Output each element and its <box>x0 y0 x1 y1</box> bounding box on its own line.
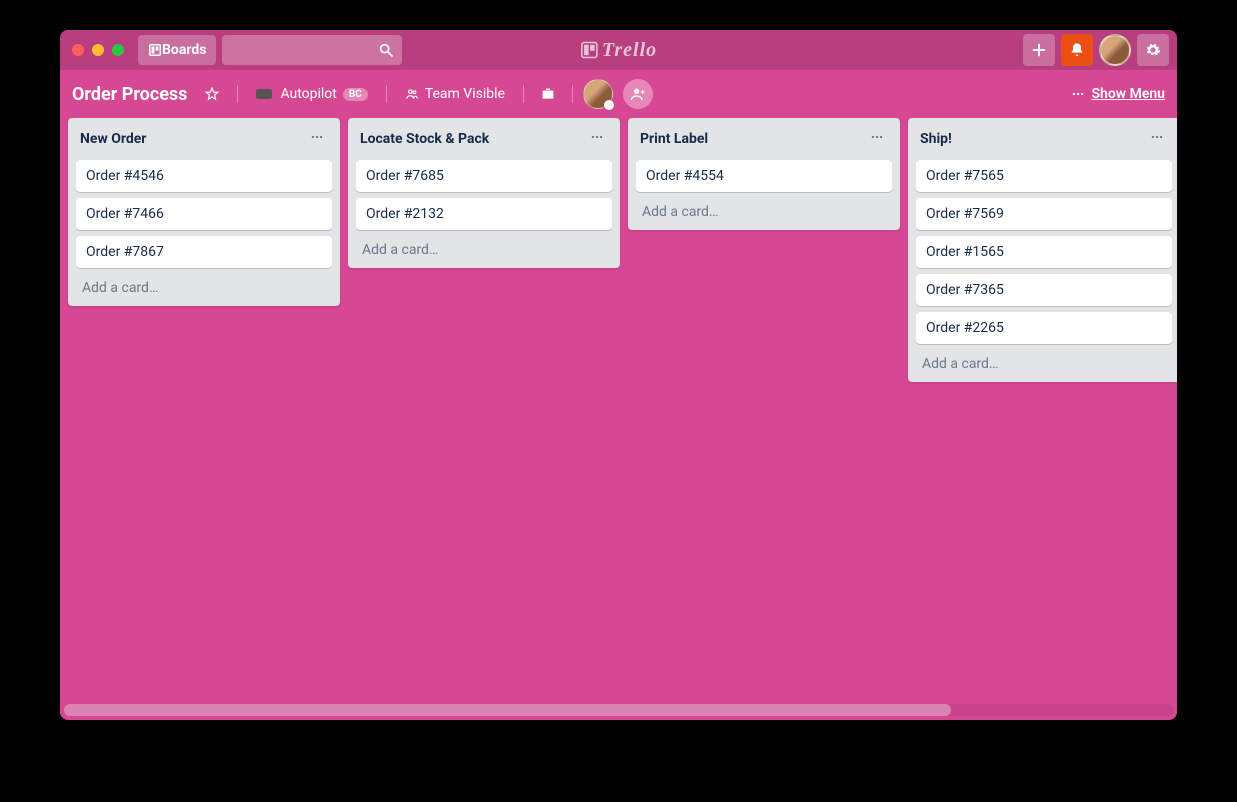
people-icon <box>405 87 419 101</box>
card[interactable]: Order #7565 <box>916 160 1172 192</box>
board-canvas[interactable]: New Order Order #4546 Order #7466 Order #78… <box>60 118 1177 720</box>
card[interactable]: Order #4554 <box>636 160 892 192</box>
ellipsis-icon <box>1150 130 1164 144</box>
board-title[interactable]: Order Process <box>72 84 187 105</box>
separator <box>237 85 238 103</box>
list: New Order Order #4546 Order #7466 Order #78… <box>68 118 340 306</box>
user-avatar[interactable] <box>1099 34 1131 66</box>
bell-icon <box>1069 42 1085 58</box>
separator <box>386 85 387 103</box>
briefcase-icon <box>540 86 556 102</box>
card[interactable]: Order #7685 <box>356 160 612 192</box>
show-menu-button[interactable]: Show Menu <box>1071 86 1165 102</box>
list-menu-button[interactable] <box>586 128 608 150</box>
list: Locate Stock & Pack Order #7685 Order #213… <box>348 118 620 268</box>
list-title[interactable]: Ship! <box>920 131 1146 147</box>
list: Print Label Order #4554 Add a card… <box>628 118 900 230</box>
plus-icon <box>1031 42 1047 58</box>
board-icon <box>148 43 162 57</box>
card[interactable]: Order #1565 <box>916 236 1172 268</box>
horizontal-scrollbar[interactable] <box>64 704 1173 716</box>
window-titlebar: Boards Trello <box>60 30 1177 70</box>
list-header: New Order <box>76 126 332 154</box>
list-menu-button[interactable] <box>306 128 328 150</box>
add-user-icon <box>630 86 646 102</box>
add-card-button[interactable]: Add a card… <box>636 198 892 222</box>
settings-button[interactable] <box>1137 34 1169 66</box>
star-board-button[interactable] <box>197 83 227 105</box>
scrollbar-thumb[interactable] <box>64 704 951 716</box>
card[interactable]: Order #7569 <box>916 198 1172 230</box>
window-controls <box>66 44 132 56</box>
search-input[interactable] <box>222 35 402 65</box>
app-window: Boards Trello Order Process <box>60 30 1177 720</box>
card[interactable]: Order #7867 <box>76 236 332 268</box>
team-button[interactable]: Autopilot BC <box>248 82 375 106</box>
ellipsis-icon <box>1071 87 1085 101</box>
app-logo: Trello <box>580 39 657 62</box>
window-close-button[interactable] <box>72 44 84 56</box>
star-icon <box>205 87 219 101</box>
show-menu-label: Show Menu <box>1091 86 1165 102</box>
board-header: Order Process Autopilot BC Team Visible … <box>60 70 1177 118</box>
add-card-button[interactable]: Add a card… <box>916 350 1172 374</box>
card[interactable]: Order #2265 <box>916 312 1172 344</box>
boards-button[interactable]: Boards <box>138 35 216 65</box>
ellipsis-icon <box>870 130 884 144</box>
card[interactable]: Order #7466 <box>76 198 332 230</box>
add-card-button[interactable]: Add a card… <box>356 236 612 260</box>
list-menu-button[interactable] <box>1146 128 1168 150</box>
list-header: Print Label <box>636 126 892 154</box>
search-icon <box>378 42 394 58</box>
team-logo-icon <box>256 89 272 99</box>
board-utils-button[interactable] <box>534 82 562 106</box>
board-member-avatar[interactable] <box>583 79 613 109</box>
list: Ship! Order #7565 Order #7569 Order #1565 Or… <box>908 118 1177 382</box>
list-header: Ship! <box>916 126 1172 154</box>
app-logo-text: Trello <box>602 39 657 62</box>
list-header: Locate Stock & Pack <box>356 126 612 154</box>
team-name: Autopilot <box>280 86 336 102</box>
visibility-label: Team Visible <box>425 86 505 102</box>
card[interactable]: Order #4546 <box>76 160 332 192</box>
separator <box>572 85 573 103</box>
team-badge: BC <box>343 88 368 101</box>
boards-label: Boards <box>162 42 206 58</box>
window-zoom-button[interactable] <box>112 44 124 56</box>
separator <box>523 85 524 103</box>
ellipsis-icon <box>590 130 604 144</box>
list-title[interactable]: New Order <box>80 131 306 147</box>
trello-icon <box>580 41 598 59</box>
add-card-button[interactable]: Add a card… <box>76 274 332 298</box>
visibility-button[interactable]: Team Visible <box>397 82 513 106</box>
notifications-button[interactable] <box>1061 34 1093 66</box>
list-title[interactable]: Locate Stock & Pack <box>360 131 586 147</box>
create-button[interactable] <box>1023 34 1055 66</box>
add-member-button[interactable] <box>623 79 653 109</box>
list-menu-button[interactable] <box>866 128 888 150</box>
list-title[interactable]: Print Label <box>640 131 866 147</box>
ellipsis-icon <box>310 130 324 144</box>
card[interactable]: Order #7365 <box>916 274 1172 306</box>
window-minimize-button[interactable] <box>92 44 104 56</box>
gear-icon <box>1145 42 1161 58</box>
card[interactable]: Order #2132 <box>356 198 612 230</box>
